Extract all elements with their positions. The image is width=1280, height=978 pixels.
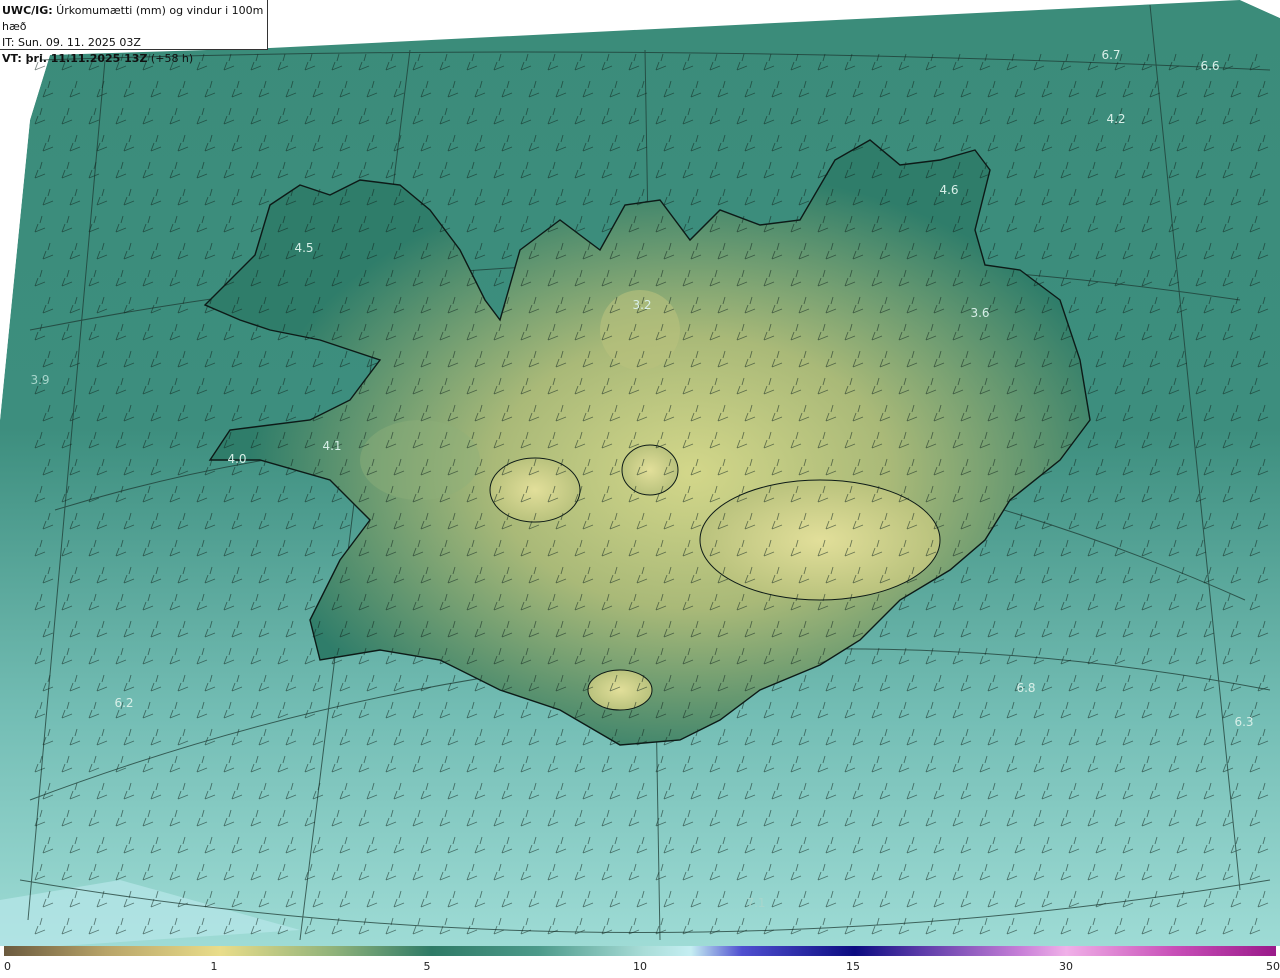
map-value-label: 4.0 [227, 452, 246, 466]
colorbar-tick: 5 [423, 960, 431, 973]
colorbar-tick: 0 [4, 960, 11, 973]
map-value-label: 6.3 [1234, 715, 1253, 729]
map-value-label: 3.9 [30, 373, 49, 387]
colorbar-tick: 10 [633, 960, 647, 973]
map-value-label: 4.2 [1106, 112, 1125, 126]
weather-map-viewer: 6.7 6.6 4.2 4.6 4.5 3.2 3.6 3.9 4.1 4.0 … [0, 0, 1280, 978]
colorbar: 0 1 5 10 15 30 50 [0, 946, 1280, 978]
langjokull-glacier [489, 457, 581, 523]
map-value-label: 3.6 [970, 306, 989, 320]
map-value-label: 6.7 [1101, 48, 1120, 62]
hofsjokull-glacier [621, 444, 679, 496]
map-value-label: 7.1 [746, 896, 765, 910]
map-value-label: 6.8 [1016, 681, 1035, 695]
colorbar-tick: 50 [1266, 960, 1280, 973]
map-value-label: 4.5 [294, 241, 313, 255]
map-value-label: 3.2 [632, 298, 651, 312]
colorbar-scale [4, 946, 1276, 956]
map-value-label: 6.6 [1200, 59, 1219, 73]
colorbar-tick: 30 [1059, 960, 1073, 973]
map-value-label: 4.1 [322, 439, 341, 453]
myrdalsjokull-glacier [587, 669, 653, 711]
precipitation-wind-map: 6.7 6.6 4.2 4.6 4.5 3.2 3.6 3.9 4.1 4.0 … [0, 0, 1280, 950]
colorbar-tick: 15 [846, 960, 860, 973]
map-header: UWC/IG: Úrkomumætti (mm) og vindur i 100… [0, 0, 268, 65]
valid-time: VT: þri. 11.11.2025 13Z (+58 h) [2, 52, 194, 65]
vatnajokull-glacier [699, 479, 941, 601]
title-line: UWC/IG: Úrkomumætti (mm) og vindur i 100… [2, 4, 264, 33]
colorbar-tick: 1 [210, 960, 218, 973]
init-time: IT: Sun. 09. 11. 2025 03Z [2, 36, 141, 49]
map-value-label: 6.2 [114, 696, 133, 710]
map-value-label: 4.6 [939, 183, 958, 197]
